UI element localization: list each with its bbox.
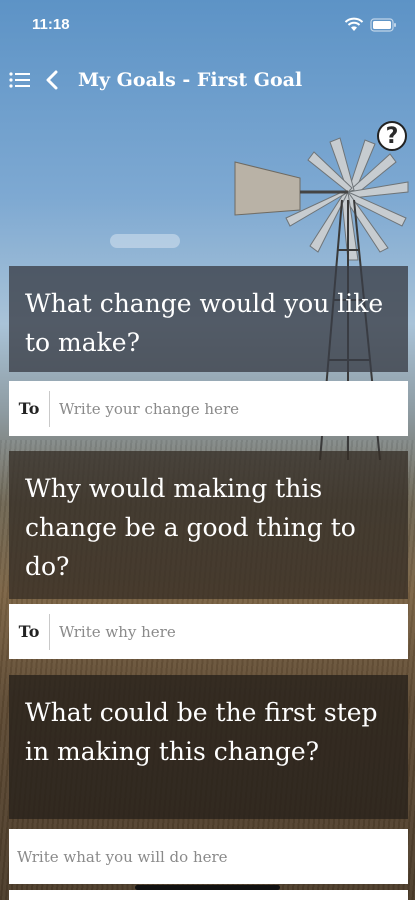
next-card-edge xyxy=(9,890,408,900)
home-indicator xyxy=(135,885,280,890)
question-card-first-step: What could be the first step in making t… xyxy=(9,675,408,819)
status-bar: 11:18 xyxy=(0,0,415,46)
status-time: 11:18 xyxy=(32,16,70,33)
battery-icon xyxy=(370,17,396,32)
status-icons xyxy=(344,17,397,32)
menu-button[interactable] xyxy=(8,68,32,92)
cloud xyxy=(110,234,180,248)
back-icon xyxy=(46,70,58,90)
wifi-icon xyxy=(344,17,364,31)
first-step-input[interactable] xyxy=(9,847,408,866)
help-icon: ? xyxy=(385,123,399,149)
question-text: What change would you like to make? xyxy=(25,289,384,357)
input-prefix: To xyxy=(9,390,50,427)
change-input-row: To xyxy=(9,381,408,436)
page-title: My Goals - First Goal xyxy=(78,69,303,91)
help-button[interactable]: ? xyxy=(377,121,407,151)
question-card-change: What change would you like to make? xyxy=(9,266,408,372)
back-button[interactable] xyxy=(40,68,64,92)
question-text: Why would making this change be a good t… xyxy=(25,474,356,581)
change-input[interactable] xyxy=(50,399,408,418)
menu-icon xyxy=(9,72,30,88)
first-step-input-row xyxy=(9,829,408,884)
question-card-why: Why would making this change be a good t… xyxy=(9,451,408,599)
input-prefix: To xyxy=(9,613,50,650)
navigation-bar: My Goals - First Goal xyxy=(0,62,415,98)
question-text: What could be the first step in making t… xyxy=(25,698,378,766)
why-input-row: To xyxy=(9,604,408,659)
why-input[interactable] xyxy=(50,622,408,641)
